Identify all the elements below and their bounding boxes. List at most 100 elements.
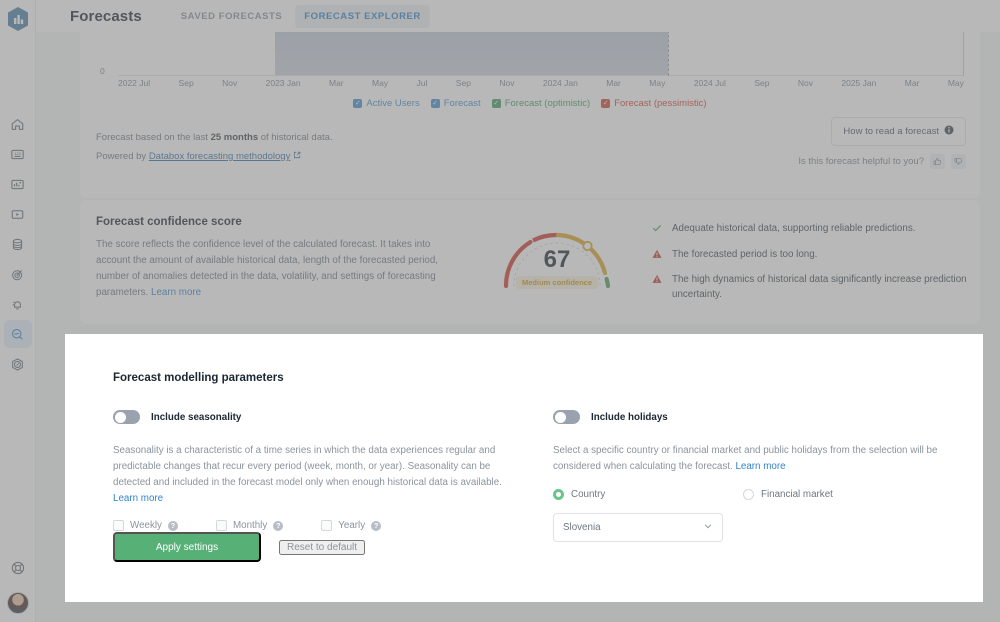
legend-item-forecast-pessimistic[interactable]: ✓ Forecast (pessimistic) xyxy=(601,98,707,109)
top-bar: Forecasts SAVED FORECASTS FORECAST EXPLO… xyxy=(36,0,1000,32)
sidebar-item-loops[interactable] xyxy=(4,200,32,228)
how-to-read-forecast-button[interactable]: How to read a forecast xyxy=(831,117,966,146)
legend-label: Active Users xyxy=(366,98,420,109)
how-to-read-label: How to read a forecast xyxy=(843,126,939,137)
seasonality-section: Include seasonality Seasonality is a cha… xyxy=(113,410,513,532)
x-tick: Mar xyxy=(606,78,621,88)
radio-financial-market[interactable]: Financial market xyxy=(743,488,833,500)
sidebar-item-metrics[interactable]: 123 xyxy=(4,140,32,168)
chart-shaded-region xyxy=(274,32,668,75)
x-tick: Nov xyxy=(797,78,813,88)
country-select[interactable]: Slovenia xyxy=(553,512,723,542)
sidebar-item-goals[interactable] xyxy=(4,260,32,288)
external-link-icon xyxy=(293,151,301,162)
svg-text:123: 123 xyxy=(14,150,22,155)
reset-to-default-button[interactable]: Reset to default xyxy=(279,539,366,555)
sidebar-item-dashboards[interactable] xyxy=(4,170,32,198)
tab-saved-forecasts[interactable]: SAVED FORECASTS xyxy=(172,5,292,28)
include-holidays-label: Include holidays xyxy=(591,411,668,423)
chart-footer: Forecast based on the last 25 months of … xyxy=(96,117,966,169)
seasonality-option-monthly[interactable]: Monthly ? xyxy=(215,520,284,532)
legend-checkbox-icon[interactable]: ✓ xyxy=(491,99,501,108)
page-title: Forecasts xyxy=(70,7,142,25)
help-circle-icon[interactable]: ? xyxy=(167,520,178,531)
seasonality-option-label: Weekly xyxy=(130,520,162,532)
help-lifebuoy-icon[interactable] xyxy=(4,554,32,582)
legend-label: Forecast (pessimistic) xyxy=(614,98,707,109)
confidence-check-item: The forecasted period is too long. xyxy=(652,248,972,265)
tab-forecast-explorer[interactable]: FORECAST EXPLORER xyxy=(295,4,430,28)
confidence-learn-more-link[interactable]: Learn more xyxy=(151,287,201,298)
confidence-description-text: The score reflects the confidence level … xyxy=(96,239,439,298)
forecast-parameters-modal: Forecast modelling parameters Include se… xyxy=(65,334,983,602)
confidence-check-item: Adequate historical data, supporting rel… xyxy=(652,222,972,239)
chart-plot-area[interactable]: 0 2022 Jul Sep Nov 2023 Jan Mar May Jul xyxy=(96,30,966,94)
confidence-check-list: Adequate historical data, supporting rel… xyxy=(652,222,972,312)
legend-item-forecast-optimistic[interactable]: ✓ Forecast (optimistic) xyxy=(491,98,591,109)
seasonality-toggle-row[interactable]: Include seasonality xyxy=(113,410,513,424)
legend-checkbox-icon[interactable]: ✓ xyxy=(601,99,611,108)
checkbox-icon[interactable] xyxy=(215,520,227,532)
forecast-feedback: Is this forecast helpful to you? xyxy=(798,154,966,169)
chevron-down-icon[interactable] xyxy=(703,521,713,534)
confidence-check-text: Adequate historical data, supporting rel… xyxy=(672,223,916,234)
holidays-section: Include holidays Select a specific count… xyxy=(553,410,953,542)
sidebar-items: 123 xyxy=(3,110,32,378)
sidebar-item-performance[interactable] xyxy=(4,350,32,378)
holidays-toggle-row[interactable]: Include holidays xyxy=(553,410,953,424)
x-tick: Sep xyxy=(754,78,770,88)
based-on-suffix: of historical data. xyxy=(258,132,333,143)
legend-label: Forecast (optimistic) xyxy=(504,98,591,109)
apply-settings-button[interactable]: Apply settings xyxy=(113,532,261,562)
holidays-description: Select a specific country or financial m… xyxy=(553,443,953,475)
thumbs-down-icon[interactable] xyxy=(951,154,966,169)
help-circle-icon[interactable]: ? xyxy=(371,520,382,531)
databox-methodology-link[interactable]: Databox forecasting methodology xyxy=(149,151,291,162)
powered-by-prefix: Powered by xyxy=(96,151,149,162)
legend-checkbox-icon[interactable]: ✓ xyxy=(353,99,363,108)
checkbox-icon[interactable] xyxy=(321,520,333,532)
left-sidebar: 123 xyxy=(0,0,36,622)
seasonality-learn-more-link[interactable]: Learn more xyxy=(113,493,163,504)
x-tick: 2024 Jan xyxy=(542,78,578,88)
x-tick: Jul xyxy=(416,78,428,88)
sidebar-bottom xyxy=(4,554,32,614)
confidence-title: Forecast confidence score xyxy=(96,216,242,228)
radio-unselected-icon[interactable] xyxy=(743,488,754,500)
confidence-score-value: 67 xyxy=(543,246,571,273)
seasonality-option-yearly[interactable]: Yearly ? xyxy=(321,520,382,532)
x-tick: May xyxy=(372,78,389,88)
sidebar-item-forecasts[interactable] xyxy=(3,320,32,348)
seasonality-option-label: Yearly xyxy=(338,520,366,532)
databox-hex-logo-icon[interactable] xyxy=(6,6,30,32)
help-circle-icon[interactable]: ? xyxy=(273,520,284,531)
x-axis-ticks: 2022 Jul Sep Nov 2023 Jan Mar May Jul Se… xyxy=(118,78,964,88)
confidence-check-text: The forecasted period is too long. xyxy=(672,248,818,260)
seasonality-option-weekly[interactable]: Weekly ? xyxy=(113,520,178,532)
confidence-description: The score reflects the confidence level … xyxy=(96,237,451,300)
checkbox-icon[interactable] xyxy=(113,520,124,532)
legend-checkbox-icon[interactable]: ✓ xyxy=(430,99,440,108)
sidebar-item-home[interactable] xyxy=(4,110,32,138)
chart-legend: ✓ Active Users ✓ Forecast ✓ Forecast (op… xyxy=(80,98,980,109)
country-select-value: Slovenia xyxy=(563,521,601,533)
avatar[interactable] xyxy=(6,592,29,614)
holidays-source-radios: Country Financial market xyxy=(553,488,953,500)
seasonality-description: Seasonality is a characteristic of a tim… xyxy=(113,443,513,506)
radio-financial-market-label: Financial market xyxy=(761,488,833,500)
sidebar-item-data-sources[interactable] xyxy=(4,230,32,258)
thumbs-up-icon[interactable] xyxy=(930,154,945,169)
include-seasonality-toggle[interactable] xyxy=(113,410,140,424)
radio-country[interactable]: Country xyxy=(553,488,743,500)
legend-item-active-users[interactable]: ✓ Active Users xyxy=(353,98,420,109)
x-tick: May xyxy=(649,78,666,88)
include-holidays-toggle[interactable] xyxy=(553,410,580,424)
legend-item-forecast[interactable]: ✓ Forecast xyxy=(430,98,481,109)
sidebar-item-alerts[interactable] xyxy=(4,290,32,318)
modal-actions: Apply settings Reset to default xyxy=(113,532,366,562)
months-count: 25 months xyxy=(210,132,259,143)
feedback-question: Is this forecast helpful to you? xyxy=(798,156,924,167)
holidays-learn-more-link[interactable]: Learn more xyxy=(735,461,785,472)
x-tick: 2025 Jan xyxy=(841,78,877,88)
radio-selected-icon[interactable] xyxy=(553,488,564,500)
